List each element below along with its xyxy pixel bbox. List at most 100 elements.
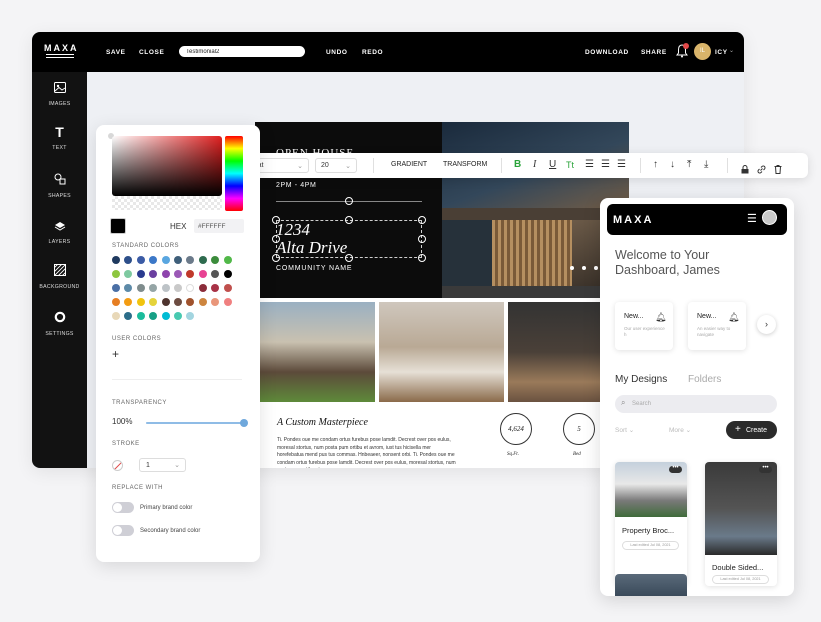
color-swatch[interactable] bbox=[211, 284, 220, 292]
slide-dot[interactable] bbox=[570, 266, 574, 270]
more-options-icon[interactable]: ••• bbox=[759, 465, 772, 473]
color-swatch[interactable] bbox=[136, 312, 145, 320]
resize-handle[interactable] bbox=[418, 216, 426, 224]
hero-text-block[interactable]: OPEN HOUSE 2PM - 4PM 1234 Alta Drive COM… bbox=[255, 122, 442, 298]
sidebar-item-settings[interactable]: SETTINGS bbox=[32, 310, 87, 337]
color-swatch[interactable] bbox=[112, 284, 120, 292]
save-button[interactable]: SAVE bbox=[106, 49, 126, 56]
color-swatch[interactable] bbox=[149, 298, 158, 306]
resize-handle[interactable] bbox=[418, 235, 426, 243]
sidebar-item-text[interactable]: T TEXT bbox=[32, 124, 87, 151]
hue-slider[interactable] bbox=[225, 136, 243, 211]
color-swatch[interactable] bbox=[112, 270, 120, 278]
resize-handle[interactable] bbox=[345, 254, 353, 262]
color-swatch[interactable] bbox=[161, 256, 170, 264]
color-swatch[interactable] bbox=[136, 284, 145, 292]
news-card[interactable]: New... 🔔︎ Our user experience h bbox=[615, 302, 673, 350]
share-button[interactable]: SHARE bbox=[641, 49, 667, 56]
color-swatch[interactable] bbox=[174, 312, 182, 320]
add-user-color-icon[interactable]: + bbox=[112, 347, 119, 361]
color-swatch[interactable] bbox=[124, 284, 133, 292]
tab-my-designs[interactable]: My Designs bbox=[615, 374, 667, 385]
no-stroke-icon[interactable] bbox=[112, 460, 123, 471]
resize-handle[interactable] bbox=[418, 254, 426, 262]
color-swatch[interactable] bbox=[223, 298, 232, 306]
redo-button[interactable]: REDO bbox=[362, 49, 383, 56]
trash-icon[interactable] bbox=[774, 161, 782, 179]
color-swatch[interactable] bbox=[149, 284, 158, 292]
current-color-swatch[interactable] bbox=[110, 218, 126, 234]
create-button[interactable]: + Create bbox=[726, 421, 777, 439]
color-swatch[interactable] bbox=[161, 298, 170, 306]
gallery-photo-2[interactable] bbox=[379, 302, 504, 402]
search-input[interactable]: ⌕ Search bbox=[615, 395, 777, 413]
resize-handle[interactable] bbox=[272, 216, 280, 224]
rotate-handle[interactable] bbox=[345, 197, 353, 205]
body-text[interactable]: Ti. Pondes oue me condam ortus furebus p… bbox=[277, 437, 459, 468]
hex-input[interactable]: #FFFFFF bbox=[194, 219, 244, 233]
underline-button[interactable]: U bbox=[549, 159, 556, 170]
gallery-photo-1[interactable] bbox=[255, 302, 375, 402]
color-swatch[interactable] bbox=[186, 312, 195, 320]
color-swatch[interactable] bbox=[136, 256, 145, 264]
mobile-avatar[interactable] bbox=[762, 210, 777, 225]
color-swatch[interactable] bbox=[174, 298, 182, 306]
chevron-down-icon[interactable]: ⌄ bbox=[729, 47, 734, 54]
align-left-icon[interactable]: ☰ bbox=[585, 159, 594, 170]
align-justify-icon[interactable]: ☰ bbox=[617, 159, 626, 170]
more-dropdown[interactable]: More ⌄ bbox=[669, 426, 691, 434]
more-options-icon[interactable]: ••• bbox=[669, 465, 682, 473]
color-swatch[interactable] bbox=[198, 284, 207, 292]
secondary-brand-toggle[interactable] bbox=[112, 525, 134, 536]
community-text[interactable]: COMMUNITY NAME bbox=[276, 265, 352, 272]
slide-dot[interactable] bbox=[582, 266, 586, 270]
color-swatch[interactable] bbox=[223, 256, 232, 264]
align-center-icon[interactable]: ☰ bbox=[601, 159, 610, 170]
time-text[interactable]: 2PM - 4PM bbox=[276, 182, 316, 189]
bold-button[interactable]: B bbox=[514, 159, 521, 170]
color-swatch[interactable] bbox=[198, 256, 207, 264]
color-swatch[interactable] bbox=[186, 270, 195, 278]
transparency-slider-thumb[interactable] bbox=[240, 419, 248, 427]
design-card[interactable]: ••• Property Broc... Last edited Jul 08,… bbox=[615, 462, 687, 586]
primary-brand-toggle[interactable] bbox=[112, 502, 134, 513]
stat-circle-bed[interactable]: 5 bbox=[563, 413, 595, 445]
transform-button[interactable]: TRANSFORM bbox=[443, 161, 487, 168]
color-swatch[interactable] bbox=[223, 284, 232, 292]
color-swatch[interactable] bbox=[161, 312, 170, 320]
italic-button[interactable]: I bbox=[533, 159, 536, 170]
news-card[interactable]: New... 🔔︎ An easier way to navigate bbox=[688, 302, 746, 350]
saturation-picker[interactable] bbox=[112, 136, 222, 196]
color-swatch[interactable] bbox=[149, 270, 158, 278]
color-swatch[interactable] bbox=[124, 312, 133, 320]
transparency-slider-track[interactable] bbox=[146, 419, 248, 427]
color-swatch[interactable] bbox=[124, 256, 133, 264]
color-swatch[interactable] bbox=[124, 270, 133, 278]
slide-dot[interactable] bbox=[594, 266, 598, 270]
color-swatch[interactable] bbox=[174, 256, 182, 264]
color-swatch[interactable] bbox=[161, 284, 170, 292]
design-card[interactable]: ••• Double Sided... Last edited Jul 08, … bbox=[705, 462, 777, 586]
resize-handle[interactable] bbox=[272, 235, 280, 243]
send-backward-icon[interactable]: ↓ bbox=[670, 159, 675, 170]
hamburger-menu-icon[interactable]: ☰ bbox=[747, 212, 757, 225]
tab-folders[interactable]: Folders bbox=[688, 374, 721, 385]
carousel-next-button[interactable]: › bbox=[757, 315, 776, 334]
download-button[interactable]: DOWNLOAD bbox=[585, 49, 629, 56]
color-swatch[interactable] bbox=[198, 270, 207, 278]
color-swatch[interactable] bbox=[211, 256, 220, 264]
sidebar-item-images[interactable]: IMAGES bbox=[32, 80, 87, 107]
color-swatch[interactable] bbox=[223, 270, 232, 278]
undo-button[interactable]: UNDO bbox=[326, 49, 348, 56]
color-swatch[interactable] bbox=[124, 298, 133, 306]
color-swatch[interactable] bbox=[112, 256, 120, 264]
text-case-button[interactable]: Tt bbox=[566, 160, 574, 170]
section-title[interactable]: A Custom Masterpiece bbox=[277, 417, 368, 428]
user-avatar[interactable]: IL bbox=[694, 43, 711, 60]
notification-bell-icon[interactable] bbox=[676, 43, 689, 58]
sort-dropdown[interactable]: Sort ⌄ bbox=[615, 426, 634, 434]
font-size-select[interactable]: 20 ⌄ bbox=[315, 158, 357, 173]
color-swatch[interactable] bbox=[186, 298, 195, 306]
send-to-back-icon[interactable]: ⤓ bbox=[704, 159, 708, 170]
link-icon[interactable] bbox=[757, 161, 766, 179]
